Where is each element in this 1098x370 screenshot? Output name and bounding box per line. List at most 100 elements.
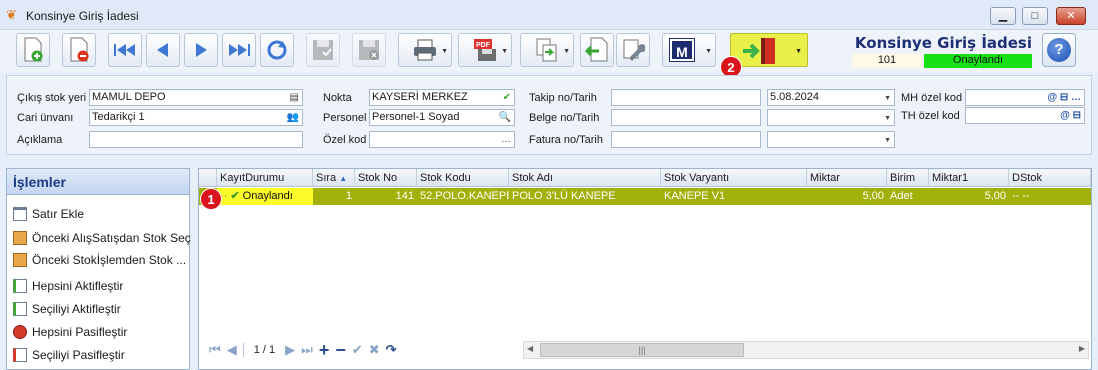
- scrollbar-thumb[interactable]: |||: [540, 343, 744, 357]
- stok-adi-cell[interactable]: POLO 3'LÜ KANEPE: [509, 188, 661, 205]
- chevron-down-icon: ▼: [441, 48, 448, 55]
- column-header-birim[interactable]: Birim: [887, 169, 929, 187]
- hepsini-pasiflestir-item[interactable]: Hepsini Pasifleştir: [13, 325, 191, 339]
- save-button[interactable]: [306, 33, 340, 67]
- islemler-panel: İşlemler Satır Ekle Önceki AlışSatışdan …: [6, 168, 191, 370]
- onceki-alissatis-label: Önceki AlışSatışdan Stok Seç: [32, 231, 191, 245]
- hepsini-aktiflestir-label: Hepsini Aktifleştir: [32, 279, 124, 293]
- row-indicator-header: [199, 169, 217, 187]
- fatura-date-field[interactable]: ▼: [767, 131, 895, 148]
- pdf-export-button[interactable]: PDF ▼: [458, 33, 512, 67]
- column-header-miktar[interactable]: Miktar: [807, 169, 887, 187]
- import-icon: [585, 37, 608, 62]
- miktar-cell[interactable]: 5,00: [807, 188, 887, 205]
- chevron-down-icon: ▼: [563, 48, 570, 55]
- column-header-kayitdurumu[interactable]: KayıtDurumu: [217, 169, 313, 187]
- document-title: Konsinye Giriş İadesi: [854, 34, 1032, 52]
- mh-ozel-kod-field[interactable]: @ ⊟ …: [965, 89, 1085, 106]
- ozel-kod-field[interactable]: …: [369, 131, 515, 148]
- delete-button[interactable]: [62, 33, 96, 67]
- takip-date-field[interactable]: 5.08.2024 ▼: [767, 89, 895, 106]
- add-row-icon: [13, 207, 27, 221]
- column-header-sira[interactable]: Sıra ▲: [313, 169, 355, 187]
- scroll-left-icon[interactable]: ◀: [527, 344, 533, 353]
- help-button[interactable]: ?: [1042, 33, 1076, 67]
- last-record-icon: [229, 44, 250, 56]
- column-header-stok-varyanti[interactable]: Stok Varyantı: [661, 169, 807, 187]
- stok-kodu-cell[interactable]: 52.POLO.KANEPE: [417, 188, 509, 205]
- document-form: Çıkış stok yeri MAMUL DEPO ▤ Cari ünvanı …: [6, 75, 1092, 155]
- onceki-alissatis-item[interactable]: Önceki AlışSatışdan Stok Seç: [13, 231, 191, 245]
- column-header-miktar1[interactable]: Miktar1: [929, 169, 1009, 187]
- m-menu-button[interactable]: M ▼: [662, 33, 716, 67]
- next-page-icon[interactable]: ▶: [285, 342, 295, 358]
- personel-field[interactable]: Personel-1 Soyad 🔍: [369, 109, 515, 126]
- satir-ekle-item[interactable]: Satır Ekle: [13, 207, 191, 221]
- remove-record-icon[interactable]: −: [335, 340, 346, 361]
- takip-no-field[interactable]: [611, 89, 761, 106]
- column-header-stok-adi[interactable]: Stok Adı: [509, 169, 661, 187]
- column-header-stok-kodu[interactable]: Stok Kodu: [417, 169, 509, 187]
- belge-no-field[interactable]: [611, 109, 761, 126]
- new-button[interactable]: [16, 33, 50, 67]
- save-close-button[interactable]: [352, 33, 386, 67]
- maximize-button[interactable]: □: [1022, 7, 1048, 25]
- fatura-no-field[interactable]: [611, 131, 761, 148]
- aciklama-field[interactable]: [89, 131, 303, 148]
- miktar1-cell[interactable]: 5,00: [929, 188, 1009, 205]
- save-close-icon: [359, 40, 379, 60]
- add-record-icon[interactable]: +: [319, 340, 330, 361]
- prev-page-icon[interactable]: ◀: [227, 342, 237, 358]
- prev-record-button[interactable]: [146, 33, 180, 67]
- column-header-dstok[interactable]: DStok: [1009, 169, 1091, 187]
- belge-date-field[interactable]: ▼: [767, 109, 895, 126]
- horizontal-scrollbar[interactable]: ◀ ||| ▶: [523, 341, 1089, 359]
- th-ozel-kod-field[interactable]: @ ⊟: [965, 107, 1085, 124]
- onceki-stokislem-item[interactable]: Önceki Stokİşlemden Stok ...: [13, 253, 191, 267]
- kayitdurumu-cell[interactable]: ·· ✔ Onaylandı: [217, 188, 313, 205]
- cikis-stok-yeri-field[interactable]: MAMUL DEPO ▤: [89, 89, 303, 106]
- birim-cell[interactable]: Adet: [887, 188, 929, 205]
- sira-cell[interactable]: 1: [313, 188, 355, 205]
- scroll-right-icon[interactable]: ▶: [1079, 344, 1085, 353]
- kayitdurumu-value: Onaylandı: [242, 190, 293, 202]
- m-logo-icon: M: [669, 38, 695, 62]
- activate-all-icon: [13, 279, 27, 293]
- prev-stock-icon: [13, 253, 27, 267]
- copy-transfer-button[interactable]: ▼: [520, 33, 574, 67]
- next-record-button[interactable]: [184, 33, 218, 67]
- first-record-button[interactable]: [108, 33, 142, 67]
- first-page-icon[interactable]: ⏮: [209, 342, 221, 358]
- title-bar: ❦ Konsinye Giriş İadesi ▁ □ ✕: [0, 0, 1098, 30]
- print-button[interactable]: ▼: [398, 33, 452, 67]
- close-button[interactable]: ✕: [1056, 7, 1086, 25]
- chevron-down-icon: ▼: [795, 48, 802, 55]
- undo-icon[interactable]: ↷: [386, 342, 397, 358]
- minimize-button[interactable]: ▁: [990, 7, 1016, 25]
- seciliyi-pasiflestir-item[interactable]: Seçiliyi Pasifleştir: [13, 348, 191, 362]
- exit-button[interactable]: ▼: [730, 33, 808, 67]
- nokta-field[interactable]: KAYSERİ MERKEZ ✔: [369, 89, 515, 106]
- column-header-stok-no[interactable]: Stok No: [355, 169, 417, 187]
- grid-navigator: ⏮ ◀ 1 / 1 ▶ ⏭ + − ✔ ✖ ↷: [209, 340, 397, 361]
- users-icon: 👥: [286, 112, 299, 123]
- settings-wrench-icon: [623, 39, 645, 61]
- prev-purchase-icon: [13, 231, 27, 245]
- stok-no-cell[interactable]: 141: [355, 188, 417, 205]
- svg-text:PDF: PDF: [476, 42, 491, 49]
- last-record-button[interactable]: [222, 33, 256, 67]
- settings-button[interactable]: [616, 33, 650, 67]
- cancel-icon[interactable]: ✖: [369, 342, 380, 358]
- dstok-cell[interactable]: -- --: [1009, 188, 1091, 205]
- seciliyi-aktiflestir-item[interactable]: Seçiliyi Aktifleştir: [13, 302, 191, 316]
- cari-unvani-label: Cari ünvanı: [17, 112, 74, 124]
- hepsini-aktiflestir-item[interactable]: Hepsini Aktifleştir: [13, 279, 191, 293]
- stok-varyanti-cell[interactable]: KANEPE V1: [661, 188, 807, 205]
- table-row[interactable]: ·· ✔ Onaylandı 1 141 52.POLO.KANEPE POLO…: [199, 188, 1091, 205]
- refresh-button[interactable]: [260, 33, 294, 67]
- confirm-icon[interactable]: ✔: [352, 342, 363, 358]
- cari-unvani-field[interactable]: Tedarikçi 1 👥: [89, 109, 303, 126]
- last-page-icon[interactable]: ⏭: [301, 342, 313, 358]
- fatura-label: Fatura no/Tarih: [529, 134, 603, 146]
- import-button[interactable]: [580, 33, 614, 67]
